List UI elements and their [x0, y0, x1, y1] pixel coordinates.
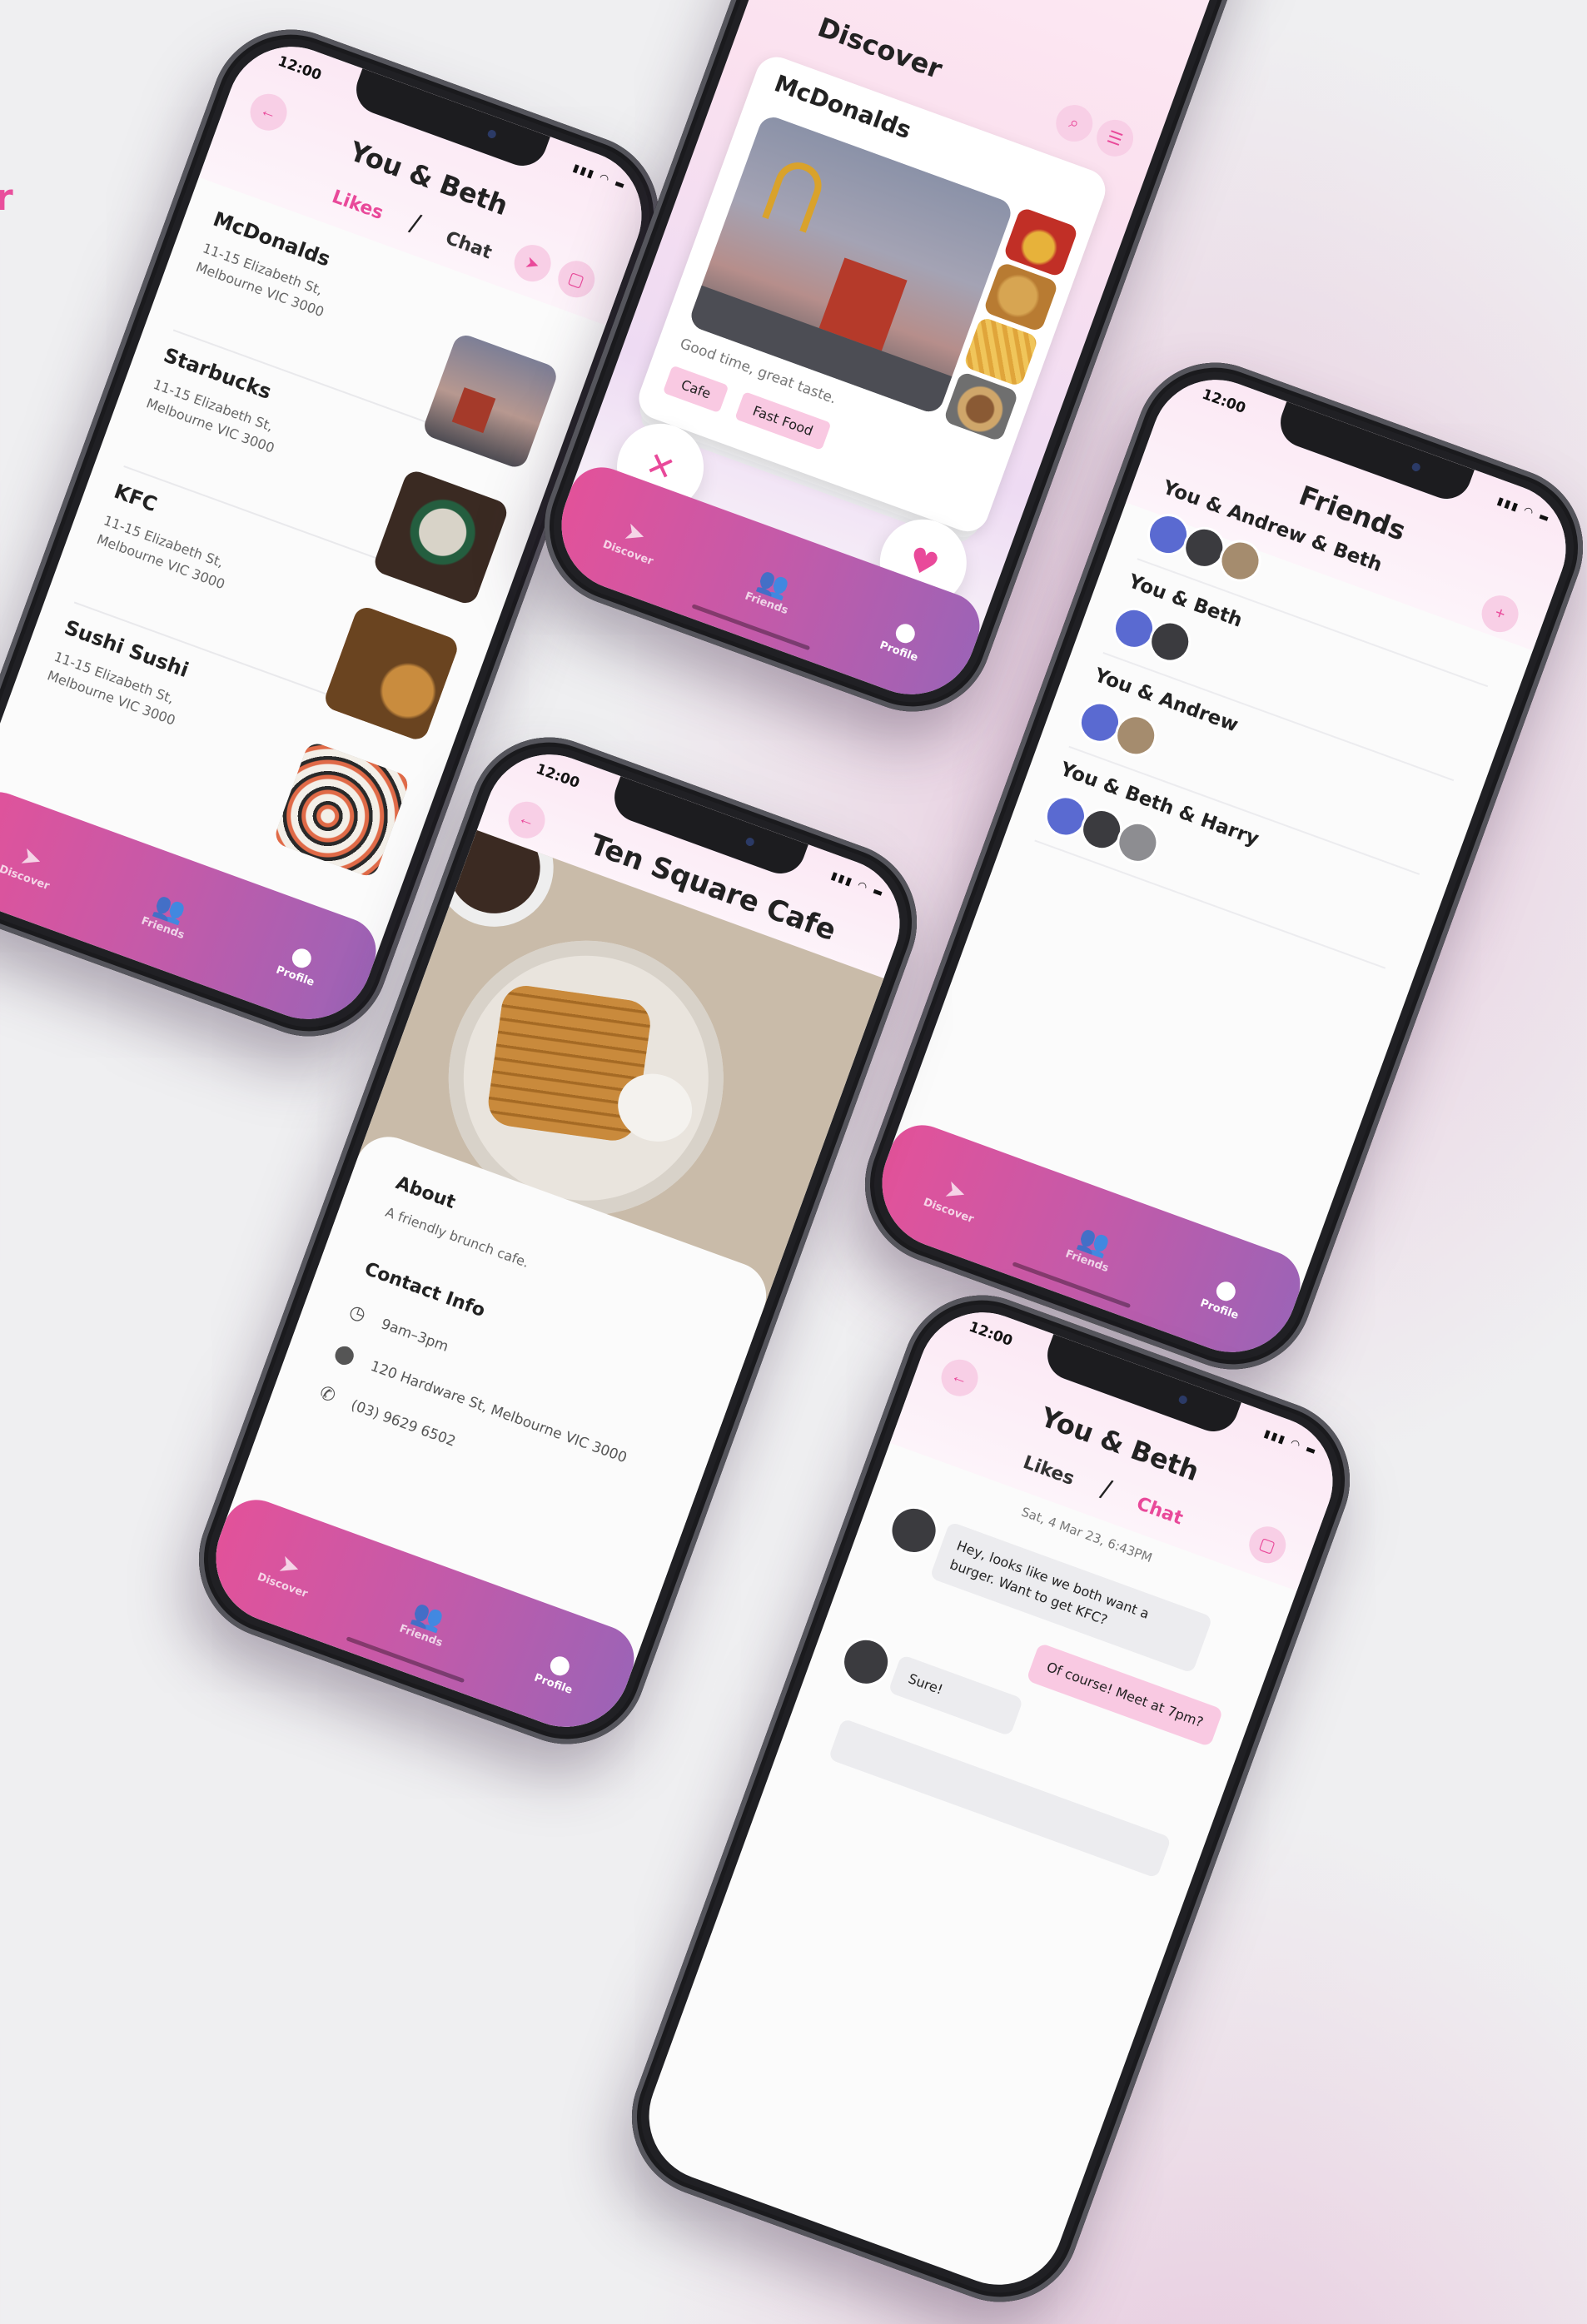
phone-icon: ✆	[316, 1382, 339, 1407]
about-heading: About	[392, 1172, 459, 1214]
corner-mark: r	[0, 177, 13, 219]
building-shape	[451, 387, 496, 434]
camera	[1177, 1394, 1189, 1406]
tab-profile[interactable]: ● Profile	[878, 612, 930, 664]
avatar	[834, 1630, 898, 1694]
camera	[744, 836, 756, 848]
filter-sliders-icon: ☰	[1104, 127, 1126, 150]
camera	[1410, 461, 1422, 473]
place-card[interactable]: McDonalds Good time, great taste. Cafe F…	[633, 51, 1112, 538]
hours-row: ◷ 9am–3pm	[346, 1301, 452, 1356]
camera	[486, 128, 498, 140]
search-icon: ⌕	[1067, 112, 1082, 133]
tab-discover[interactable]: ➤ Discover	[0, 836, 61, 893]
tab-friends[interactable]: 👥 Friends	[140, 888, 197, 942]
chat-bubble-icon: ▢	[1256, 1534, 1278, 1557]
divider-slash: /	[1097, 1474, 1116, 1505]
tab-friends[interactable]: 👥 Friends	[398, 1595, 455, 1650]
place-address: 11-15 Elizabeth St, Melbourne VIC 3000	[94, 510, 264, 605]
about-text: A friendly brunch cafe.	[383, 1203, 531, 1271]
phone-text: (03) 9629 6502	[348, 1396, 458, 1451]
message-incoming: Sure!	[888, 1654, 1024, 1737]
tab-friends[interactable]: 👥 Friends	[1064, 1221, 1121, 1275]
avatar-group	[1107, 601, 1197, 669]
clock-icon: ◷	[346, 1301, 369, 1326]
place-photo	[272, 739, 411, 879]
divider-slash: /	[405, 208, 425, 239]
place-name: KFC	[111, 479, 161, 517]
tab-discover[interactable]: ➤ Discover	[256, 1544, 319, 1600]
tab-profile[interactable]: ● Profile	[533, 1645, 585, 1697]
chat-bubble-icon: ▢	[565, 268, 587, 291]
tab-friends[interactable]: 👥 Friends	[744, 563, 800, 617]
tag-cafe[interactable]: Cafe	[662, 365, 729, 414]
tab-profile[interactable]: ● Profile	[275, 937, 326, 989]
tab-profile[interactable]: ● Profile	[1199, 1270, 1251, 1322]
tab-discover[interactable]: ➤ Discover	[601, 511, 664, 568]
avatar	[883, 1499, 945, 1562]
location-pin-icon: ⬤	[331, 1341, 358, 1369]
navigate-icon: ➤	[522, 252, 543, 275]
arch-logo	[762, 156, 828, 233]
hours-text: 9am–3pm	[378, 1316, 451, 1356]
avatar-group	[1072, 695, 1163, 763]
tab-discover[interactable]: ➤ Discover	[922, 1169, 985, 1226]
